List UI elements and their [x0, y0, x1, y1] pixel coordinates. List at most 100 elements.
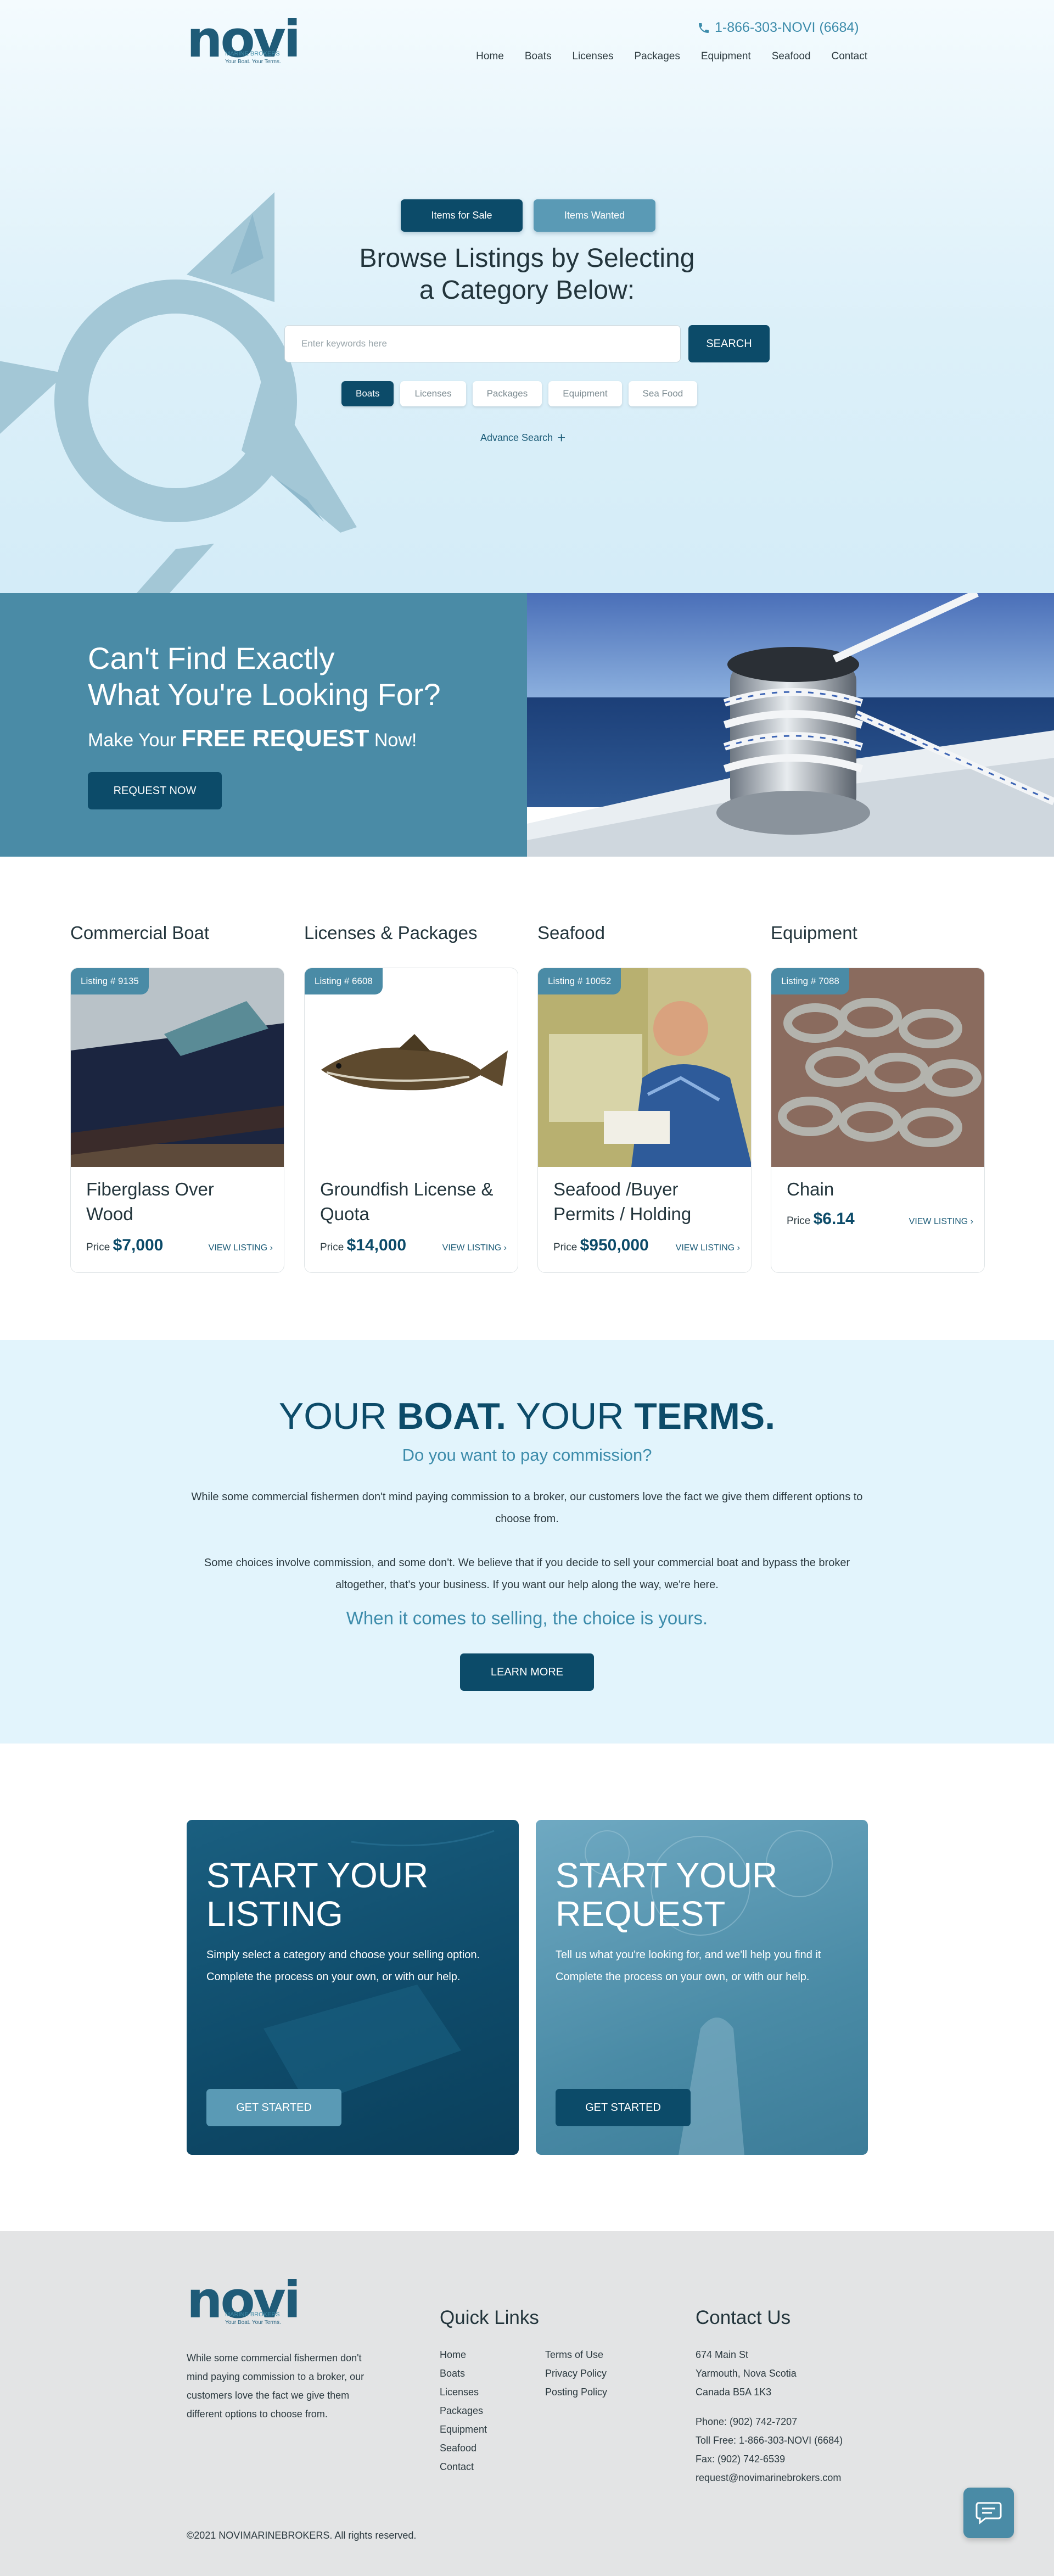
category-equipment[interactable]: Equipment [548, 381, 622, 406]
listing-image-boat: Listing # 9135 [71, 968, 284, 1167]
nav-item-home[interactable]: Home [476, 51, 504, 63]
logo-sub-text: MARINE BROKERS [225, 2311, 280, 2318]
request-banner-text: Can't Find Exactly What You're Looking F… [0, 593, 527, 857]
start-listing-card: START YOUR LISTING Simply select a categ… [187, 1820, 519, 2155]
terms-heading: YOUR BOAT. YOUR TERMS. [0, 1395, 1054, 1438]
nav-item-equipment[interactable]: Equipment [701, 51, 751, 63]
boat-winch-image [527, 593, 1054, 857]
listing-image-chain: Listing # 7088 [771, 968, 984, 1167]
logo-tagline: Your Boat. Your Terms. [225, 2319, 281, 2326]
category-licenses[interactable]: Licenses [400, 381, 466, 406]
footer-link-licenses[interactable]: Licenses [440, 2383, 487, 2401]
contact-tollfree[interactable]: Toll Free: 1-866-303-NOVI (6684) [696, 2431, 843, 2450]
listing-title: Fiberglass Over Wood [86, 1179, 214, 1224]
search-input[interactable]: Enter keywords here [284, 325, 681, 362]
footer-link-privacy[interactable]: Privacy Policy [545, 2364, 607, 2383]
view-listing-link[interactable]: VIEW LISTING › [442, 1243, 507, 1253]
footer-link-contact[interactable]: Contact [440, 2457, 487, 2476]
view-listing-label: VIEW LISTING [208, 1243, 268, 1253]
nav-item-boats[interactable]: Boats [525, 51, 552, 63]
footer-link-boats[interactable]: Boats [440, 2364, 487, 2383]
get-started-request-button[interactable]: GET STARTED [556, 2089, 691, 2126]
search-button[interactable]: SEARCH [688, 325, 770, 362]
price-value: $14,000 [346, 1236, 407, 1254]
nav-item-packages[interactable]: Packages [634, 51, 680, 63]
footer-link-packages[interactable]: Packages [440, 2401, 487, 2420]
price-value: $7,000 [113, 1236, 164, 1254]
listing-price-row: Price $6.14 VIEW LISTING › [787, 1210, 973, 1228]
listing-price: Price $7,000 [86, 1236, 163, 1255]
phone-number: 1-866-303-NOVI (6684) [715, 20, 859, 35]
listing-card[interactable]: Listing # 9135 Fiberglass Over Wood Pric… [70, 968, 284, 1273]
logo-sub-text: MARINE BROKERS [225, 51, 280, 57]
listing-image-seafood: Listing # 10052 [538, 968, 751, 1167]
view-listing-link[interactable]: VIEW LISTING › [909, 1217, 973, 1227]
browse-title: Browse Listings by Selecting a Category … [359, 244, 695, 305]
footer-link-home[interactable]: Home [440, 2345, 487, 2364]
tab-items-wanted[interactable]: Items Wanted [534, 199, 655, 232]
heading-terms: TERMS. [634, 1395, 776, 1437]
nav-item-licenses[interactable]: Licenses [572, 51, 613, 63]
view-listing-link[interactable]: VIEW LISTING › [209, 1243, 273, 1253]
listing-title: Chain [787, 1179, 834, 1199]
listing-type-tabs: Items for Sale Items Wanted [401, 199, 655, 232]
view-listing-label: VIEW LISTING [442, 1243, 502, 1253]
column-title-licenses-packages: Licenses & Packages [304, 923, 478, 943]
listing-badge: Listing # 9135 [71, 968, 149, 994]
header-phone[interactable]: 1-866-303-NOVI (6684) [697, 20, 859, 36]
terms-paragraph-1: While some commercial fishermen don't mi… [191, 1491, 863, 1525]
free-request-strong: FREE REQUEST [181, 725, 369, 752]
learn-more-button[interactable]: LEARN MORE [460, 1653, 594, 1691]
main-nav: Home Boats Licenses Packages Equipment S… [476, 51, 867, 63]
listing-price-row: Price $14,000 VIEW LISTING › [320, 1236, 507, 1255]
view-listing-link[interactable]: VIEW LISTING › [676, 1243, 740, 1253]
listing-card[interactable]: Listing # 7088 Chain Price $6.14 VIEW LI… [771, 968, 985, 1273]
footer-logo[interactable]: novi MARINE BROKERS Your Boat. Your Term… [187, 2275, 301, 2326]
contact-phone[interactable]: Phone: (902) 742-7207 [696, 2412, 843, 2431]
commission-question: Do you want to pay commission? [402, 1445, 652, 1465]
category-packages[interactable]: Packages [472, 381, 542, 406]
quick-links-title: Quick Links [440, 2307, 539, 2328]
listing-price: Price $950,000 [553, 1236, 649, 1255]
footer-link-terms[interactable]: Terms of Use [545, 2345, 607, 2364]
chat-icon [975, 2502, 1002, 2525]
category-seafood[interactable]: Sea Food [628, 381, 698, 406]
heading-boat: BOAT. [397, 1395, 507, 1437]
contact-email[interactable]: request@novimarinebrokers.com [696, 2468, 843, 2487]
logo-subtitle: MARINE BROKERS Your Boat. Your Terms. [225, 51, 281, 66]
footer-link-posting[interactable]: Posting Policy [545, 2383, 607, 2401]
free-request-line: Make Your FREE REQUEST Now! [88, 725, 417, 752]
copyright: ©2021 NOVIMARINEBROKERS. All rights rese… [187, 2530, 417, 2541]
phone-icon [699, 23, 709, 33]
price-value: $950,000 [580, 1236, 649, 1254]
chat-button[interactable] [963, 2488, 1014, 2538]
advanced-search-link[interactable]: Advance Search + [480, 429, 565, 446]
make-prefix: Make Your [88, 730, 182, 751]
get-started-listing-button[interactable]: GET STARTED [206, 2089, 341, 2126]
listing-badge: Listing # 10052 [538, 968, 621, 994]
footer: novi MARINE BROKERS Your Boat. Your Term… [0, 2231, 1054, 2576]
category-boats[interactable]: Boats [341, 381, 394, 406]
start-request-text: Tell us what you're looking for, and we'… [556, 1949, 821, 1983]
nav-item-seafood[interactable]: Seafood [772, 51, 811, 63]
footer-link-seafood[interactable]: Seafood [440, 2439, 487, 2457]
price-label: Price [86, 1242, 110, 1253]
footer-link-equipment[interactable]: Equipment [440, 2420, 487, 2439]
view-listing-label: VIEW LISTING [909, 1217, 968, 1226]
view-listing-label: VIEW LISTING [675, 1243, 735, 1253]
listing-card[interactable]: Listing # 6608 Groundfish License & Quot… [304, 968, 518, 1273]
listing-card[interactable]: Listing # 10052 Seafood /Buyer Permits /… [537, 968, 752, 1273]
chevron-right-icon: › [737, 1243, 740, 1253]
logo[interactable]: novi MARINE BROKERS Your Boat. Your Term… [187, 14, 301, 66]
request-now-button[interactable]: REQUEST NOW [88, 772, 222, 809]
column-title-equipment: Equipment [771, 923, 857, 943]
nav-item-contact[interactable]: Contact [832, 51, 867, 63]
request-banner: Can't Find Exactly What You're Looking F… [0, 593, 1054, 857]
address-line: 674 Main St [696, 2349, 749, 2360]
make-suffix: Now! [369, 730, 417, 751]
heading-your: YOUR [278, 1395, 397, 1437]
listing-price: Price $6.14 [787, 1210, 855, 1228]
tab-items-for-sale[interactable]: Items for Sale [401, 199, 523, 232]
listing-price: Price $14,000 [320, 1236, 406, 1255]
terms-paragraph-2: Some choices involve commission, and som… [204, 1557, 850, 1591]
